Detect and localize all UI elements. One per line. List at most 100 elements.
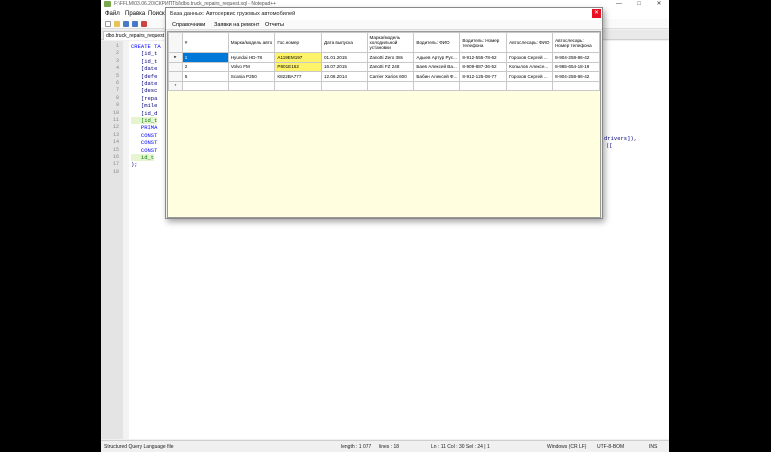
save-all-icon[interactable] [132, 21, 138, 27]
table-cell[interactable]: Копылов Алексе... [506, 61, 554, 72]
table-cell[interactable]: Горохов Сергей ... [506, 52, 554, 63]
table-row[interactable]: 2 Volvo FM Р801Е162 16.07.2015 Zanotti F… [168, 61, 600, 72]
column-header[interactable]: Гос.номер [274, 32, 322, 53]
line-number: 2 [115, 50, 119, 57]
table-cell[interactable]: Carrier Xarios 600 [366, 71, 415, 82]
minimize-button[interactable]: — [609, 0, 629, 9]
table-cell[interactable]: 16.07.2015 [320, 61, 368, 72]
table-cell[interactable]: 8-912-555-78-62 [459, 52, 508, 63]
table-cell[interactable]: 1 [181, 52, 229, 63]
table-cell[interactable] [506, 80, 554, 91]
line-number: 6 [115, 80, 119, 86]
table-row[interactable]: 5 Scania P250 К822ВА777 12.06.2014 Carri… [168, 71, 600, 82]
open-file-icon[interactable] [114, 21, 120, 27]
table-cell[interactable]: Scania P250 [227, 71, 276, 82]
line-number: 15 [112, 146, 119, 153]
code-line-current: [id_t [131, 117, 158, 124]
table-cell[interactable]: А119ЕМ197 [274, 52, 322, 63]
table-cell[interactable]: Zanotti FZ 248 [366, 61, 415, 72]
line-number: 5 [115, 72, 119, 79]
table-cell[interactable]: 2 [181, 61, 229, 72]
menu-repair-requests[interactable]: Заявки на ремонт [214, 22, 259, 28]
table-cell[interactable]: Баев Алексей Ва... [413, 61, 461, 72]
code-line: CREATE TA [131, 43, 161, 50]
code-line: CONST [131, 131, 158, 139]
status-lines: lines : 18 [379, 444, 400, 450]
line-number: 13 [112, 131, 119, 138]
table-cell[interactable] [227, 80, 276, 91]
close-button[interactable]: ✕ [649, 0, 669, 9]
menu-references[interactable]: Справочники [172, 22, 205, 28]
menu-reports[interactable]: Отчеты [265, 22, 284, 28]
menu-file[interactable]: Файл [105, 11, 120, 17]
line-number: 10 [112, 109, 119, 116]
column-header[interactable]: # [181, 32, 229, 53]
data-grid[interactable]: # Марка/модель авто Гос.номер Дата выпус… [167, 31, 601, 218]
table-cell[interactable]: Горохов Сергей ... [506, 71, 554, 82]
table-cell[interactable]: 12.06.2014 [320, 71, 368, 82]
table-cell[interactable]: 8-912-125-08-77 [459, 71, 508, 82]
table-cell[interactable] [320, 80, 368, 91]
table-cell[interactable]: 8-904-258-86-42 [552, 71, 600, 82]
table-cell[interactable]: Hyundai HD-78 [227, 52, 276, 63]
save-icon[interactable] [123, 21, 129, 27]
menu-edit[interactable]: Правка [125, 11, 145, 17]
menu-search[interactable]: Поиск [148, 11, 165, 17]
close-file-icon[interactable] [141, 21, 147, 27]
requests-table: # Марка/модель авто Гос.номер Дата выпус… [168, 32, 600, 91]
status-bar: Structured Query Language file length : … [101, 440, 669, 452]
table-cell[interactable]: 8-965-654-18-19 [552, 61, 600, 72]
new-row[interactable]: * [168, 80, 600, 91]
table-cell[interactable]: Р801Е162 [274, 61, 322, 72]
line-number: 3 [115, 57, 119, 64]
code-fragment: ([ [606, 142, 613, 150]
new-file-icon[interactable] [105, 21, 111, 27]
table-cell[interactable]: Адыев Артур Рус... [413, 52, 461, 63]
column-header[interactable]: Водитель: ФИО [413, 32, 461, 53]
table-cell[interactable]: 8-909-887-36-52 [459, 61, 508, 72]
column-header[interactable]: Марка/модель холодильной установки [366, 32, 415, 53]
column-header[interactable]: Дата выпуска [320, 32, 368, 53]
table-cell[interactable] [413, 80, 461, 91]
line-number: 18 [112, 168, 119, 175]
database-dialog: База данных: Автосервис грузовых автомоб… [165, 7, 603, 219]
table-cell[interactable] [459, 80, 508, 91]
table-cell[interactable]: 01.01.2015 [320, 52, 368, 63]
table-cell[interactable]: 8-904-258-86-42 [552, 52, 600, 63]
current-row-marker[interactable]: ▸ [168, 52, 183, 63]
column-header[interactable]: Автослесарь: ФИО [506, 32, 554, 53]
table-cell[interactable]: Бабин Алексей Ф... [413, 71, 461, 82]
row-header[interactable] [168, 71, 183, 82]
column-header[interactable]: Автослесарь: Номер телефона [552, 32, 600, 53]
table-cell[interactable] [181, 80, 229, 91]
table-cell[interactable]: К822ВА777 [274, 71, 322, 82]
table-cell[interactable]: 5 [181, 71, 229, 82]
dialog-title: База данных: Автосервис грузовых автомоб… [170, 11, 296, 17]
new-row-marker[interactable]: * [168, 80, 183, 91]
code-line: [id_t [131, 57, 158, 65]
code-line: [defe [131, 72, 158, 80]
table-row[interactable]: ▸ 1 Hyundai HD-78 А119ЕМ197 01.01.2015 Z… [168, 52, 600, 63]
column-header[interactable]: Марка/модель авто [227, 32, 276, 53]
table-cell[interactable] [552, 80, 600, 91]
file-tab[interactable]: dbo.truck_repairs_request [103, 31, 167, 40]
row-header[interactable] [168, 61, 183, 72]
maximize-button[interactable]: □ [629, 0, 649, 9]
row-header-corner [168, 32, 183, 53]
status-insert-mode: INS [649, 444, 658, 450]
code-line: CONST [131, 139, 158, 147]
table-cell[interactable] [274, 80, 322, 91]
dialog-close-icon[interactable]: ✕ [592, 9, 601, 18]
line-number: 14 [112, 139, 119, 146]
table-cell[interactable] [366, 80, 415, 91]
line-number: 8 [115, 94, 119, 101]
column-header[interactable]: Водитель: Номер телефона [459, 32, 508, 53]
code-line: CONST [131, 146, 158, 154]
code-line: [repa [131, 94, 158, 102]
code-line: ); [131, 161, 138, 169]
table-cell[interactable]: Zanotti Zero 38s [366, 52, 415, 63]
dialog-menubar: Справочники Заявки на ремонт Отчеты [166, 20, 602, 30]
table-cell[interactable]: Volvo FM [227, 61, 276, 72]
fold-margin [123, 41, 129, 439]
line-number: 9 [115, 102, 119, 109]
